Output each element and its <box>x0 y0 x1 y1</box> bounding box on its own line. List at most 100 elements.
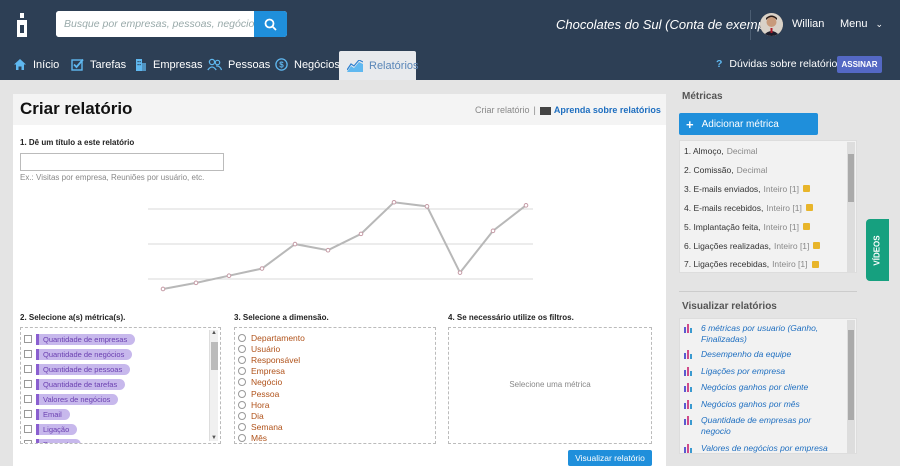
dimension-option[interactable]: Semana <box>238 422 283 433</box>
dimension-option[interactable]: Negócio <box>238 377 282 388</box>
nav-item-negocios[interactable]: $ Negócios <box>275 49 340 80</box>
dimension-option[interactable]: Hora <box>238 399 269 410</box>
metric-option[interactable]: Quantidade de tarefas <box>24 378 126 390</box>
report-builder-panel: Criar relatório Criar relatório | Aprenda … <box>13 94 666 466</box>
chart-icon <box>347 59 363 72</box>
report-link[interactable]: Ligações por empresa <box>684 366 834 377</box>
nav-item-inicio[interactable]: Início <box>13 49 59 80</box>
menu-button[interactable]: Menu ⌄ <box>840 18 883 30</box>
report-link[interactable]: Negócios ganhos por cliente <box>684 382 834 393</box>
metric-item[interactable]: 4. E-mails recebidos, Inteiro [1] <box>684 200 813 216</box>
radio[interactable] <box>238 367 246 376</box>
checkbox[interactable] <box>24 425 32 433</box>
checkbox[interactable] <box>24 410 32 418</box>
radio[interactable] <box>238 423 246 432</box>
dimension-label: Dia <box>251 410 264 421</box>
scroll-thumb[interactable] <box>848 330 854 420</box>
breadcrumb: Criar relatório | Aprenda sobre relatórios <box>475 105 661 115</box>
radio[interactable] <box>238 378 246 387</box>
metric-option[interactable]: Quantidade de empresas <box>24 333 136 345</box>
data-point <box>193 280 199 286</box>
learn-reports-link[interactable]: Aprenda sobre relatórios <box>554 105 661 115</box>
saved-metrics-list[interactable]: 1. Almoço, Decimal 2. Comissão, Decimal 3. E… <box>679 140 857 273</box>
radio[interactable] <box>238 411 246 420</box>
metric-item[interactable]: 1. Almoço, Decimal <box>684 143 757 159</box>
dimension-list[interactable]: Departamento Usuário Responsável Empresa Neg… <box>234 327 436 444</box>
report-name: Quantidade de empresas por negocio <box>701 415 812 436</box>
nav-item-tarefas[interactable]: Tarefas <box>71 49 126 80</box>
dimension-label: Mês <box>251 433 268 444</box>
dimension-option[interactable]: Departamento <box>238 332 305 343</box>
saved-reports-list[interactable]: 6 métricas por usuario (Ganho, Finalizad… <box>679 318 857 454</box>
account-name[interactable]: Chocolates do Sul (Conta de exemplo) <box>556 17 779 32</box>
metric-item[interactable]: 2. Comissão, Decimal <box>684 162 767 178</box>
scrollbar[interactable]: ▲ ▼ <box>209 330 218 441</box>
bar-chart-icon <box>684 383 692 392</box>
dimension-option[interactable]: Usuário <box>238 343 280 354</box>
checkbox[interactable] <box>24 395 32 403</box>
view-report-button[interactable]: Visualizar relatório <box>568 450 652 466</box>
nav-item-pessoas[interactable]: Pessoas <box>207 49 270 80</box>
help-link[interactable]: ? Dúvidas sobre relatórios <box>716 58 843 70</box>
metric-option[interactable]: Valores de negócios <box>24 393 119 405</box>
metric-item[interactable]: 6. Ligações realizadas, Inteiro [1] <box>684 238 821 254</box>
metrics-list[interactable]: ▲ ▼ Quantidade de empresas Quantidade de n… <box>20 327 221 444</box>
metric-type: Inteiro [1] <box>766 202 802 213</box>
radio[interactable] <box>238 400 246 409</box>
user-name[interactable]: Willian <box>792 18 824 30</box>
metric-option[interactable]: Ligação <box>24 423 78 435</box>
checkbox[interactable] <box>24 440 32 443</box>
report-title-input[interactable] <box>20 153 224 171</box>
report-link[interactable]: 6 métricas por usuario (Ganho, Finalizad… <box>684 323 834 345</box>
lock-icon <box>805 204 813 212</box>
dimension-option[interactable]: Dia <box>238 410 264 421</box>
metric-item[interactable]: 5. Implantação feita, Inteiro [1] <box>684 219 810 235</box>
metric-type: Inteiro [1] <box>772 259 808 270</box>
breadcrumb-current: Criar relatório <box>475 105 530 115</box>
metric-option[interactable]: Email <box>24 408 70 420</box>
radio[interactable] <box>238 344 246 353</box>
metric-item[interactable]: 3. E-mails enviados, Inteiro [1] <box>684 181 810 197</box>
dimension-option[interactable]: Responsável <box>238 354 300 365</box>
checkbox[interactable] <box>24 380 32 388</box>
plus-icon: + <box>686 116 694 132</box>
metric-option[interactable]: Proposta <box>24 438 82 443</box>
avatar[interactable] <box>760 13 783 36</box>
radio[interactable] <box>238 355 246 364</box>
checkbox[interactable] <box>24 335 32 343</box>
report-link[interactable]: Quantidade de empresas por negocio <box>684 415 834 437</box>
dimension-label: Pessoa <box>251 388 280 399</box>
scroll-up-icon[interactable]: ▲ <box>211 330 217 336</box>
report-link[interactable]: Valores de negócios por empresa <box>684 443 834 453</box>
scroll-thumb[interactable] <box>848 154 854 202</box>
data-point <box>424 204 430 209</box>
scrollbar[interactable] <box>847 320 855 453</box>
nav-item-empresas[interactable]: Empresas <box>135 49 203 80</box>
videos-tab[interactable]: VÍDEOS <box>866 219 889 281</box>
dimension-option[interactable]: Pessoa <box>238 388 279 399</box>
nav-label: Negócios <box>294 58 340 71</box>
report-name: Negócios ganhos por cliente <box>701 382 809 392</box>
dimension-option[interactable]: Empresa <box>238 366 285 377</box>
radio[interactable] <box>238 389 246 398</box>
scroll-down-icon[interactable]: ▼ <box>211 435 217 441</box>
radio[interactable] <box>238 333 246 342</box>
checkbox[interactable] <box>24 365 32 373</box>
subscribe-button[interactable]: ASSINAR <box>837 56 882 73</box>
metric-type: Inteiro [1] <box>773 240 810 251</box>
radio[interactable] <box>238 434 246 443</box>
dimension-option[interactable]: Mês <box>238 433 268 444</box>
report-link[interactable]: Desempenho da equipe <box>684 349 834 360</box>
metric-item[interactable]: 7. Ligações recebidas, Inteiro [1] <box>684 256 819 272</box>
checkbox[interactable] <box>24 350 32 358</box>
scroll-thumb[interactable] <box>211 342 218 370</box>
search-input[interactable] <box>56 11 254 37</box>
search-button[interactable] <box>254 11 287 37</box>
report-link[interactable]: Negócios ganhos por mês <box>684 399 834 410</box>
scrollbar[interactable] <box>847 142 855 272</box>
metric-option[interactable]: Quantidade de negócios <box>24 348 133 360</box>
logo-icon[interactable] <box>14 13 30 37</box>
nav-item-relatorios[interactable]: Relatórios <box>339 51 419 80</box>
add-metric-button[interactable]: + Adicionar métrica <box>679 113 818 135</box>
metric-option[interactable]: Quantidade de pessoas <box>24 363 131 375</box>
